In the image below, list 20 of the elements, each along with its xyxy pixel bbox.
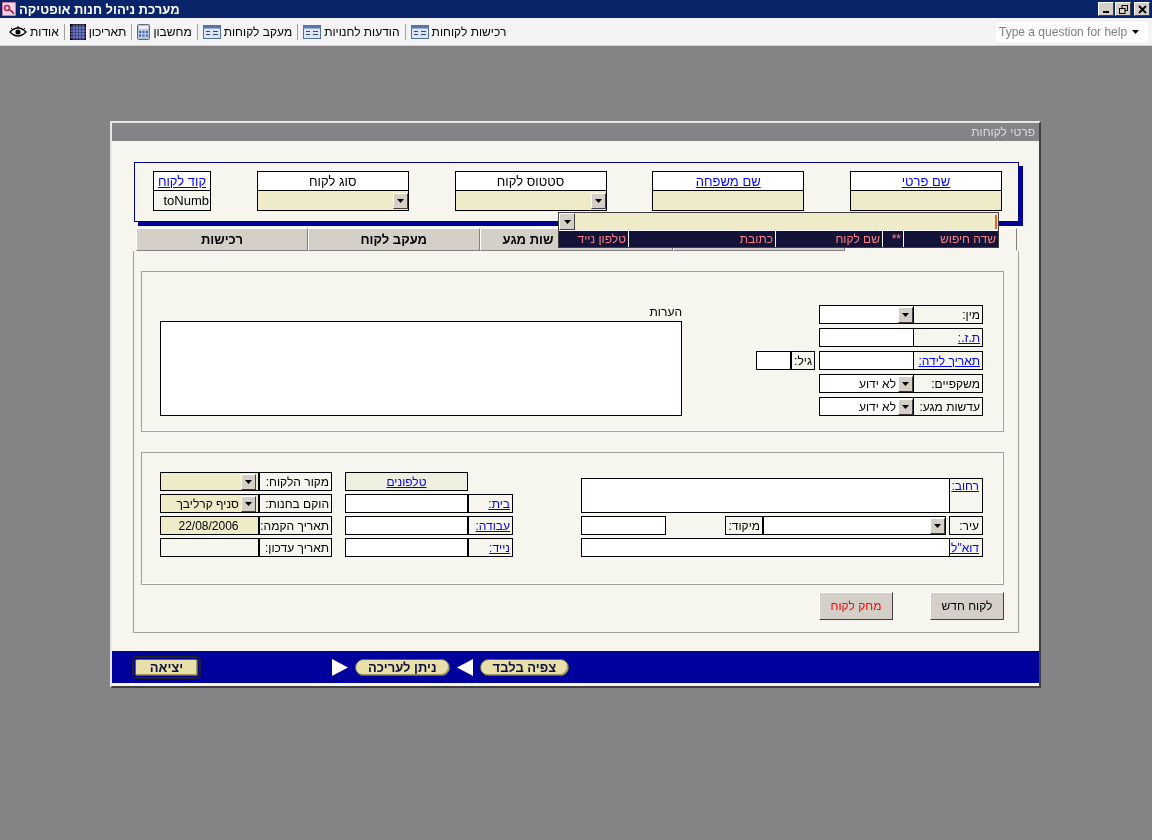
field-label: עיר: [949,516,983,536]
window-title: מערכת ניהול חנות אופטיקה [19,1,180,17]
column-header: שם לקוח [775,231,882,247]
field-label: מקור הלקוח: [259,472,332,492]
notes-label: הערות [649,305,682,321]
column-header: כתובת [628,231,775,247]
field-label: תאריך הקמה: [259,516,332,536]
field-label: גיל: [791,351,815,370]
field-label: הוקם בחנות: [259,494,332,514]
field-label: מיקוד: [725,516,763,536]
field-label: משקפיים: [913,374,983,393]
field-label: סטטוס לקוח [454,171,607,191]
column-header: טלפון נייד [576,231,627,247]
field-label: תאריך עדכון: [259,538,332,558]
field-label: מין: [913,305,983,324]
column-header: ** [882,231,903,247]
form-title: פרטי לקוחות [971,125,1035,139]
field-label: סוג לקוח [256,171,409,191]
column-header: שדה חיפוש [903,231,998,247]
field-label: עדשות מגע: [913,397,983,416]
